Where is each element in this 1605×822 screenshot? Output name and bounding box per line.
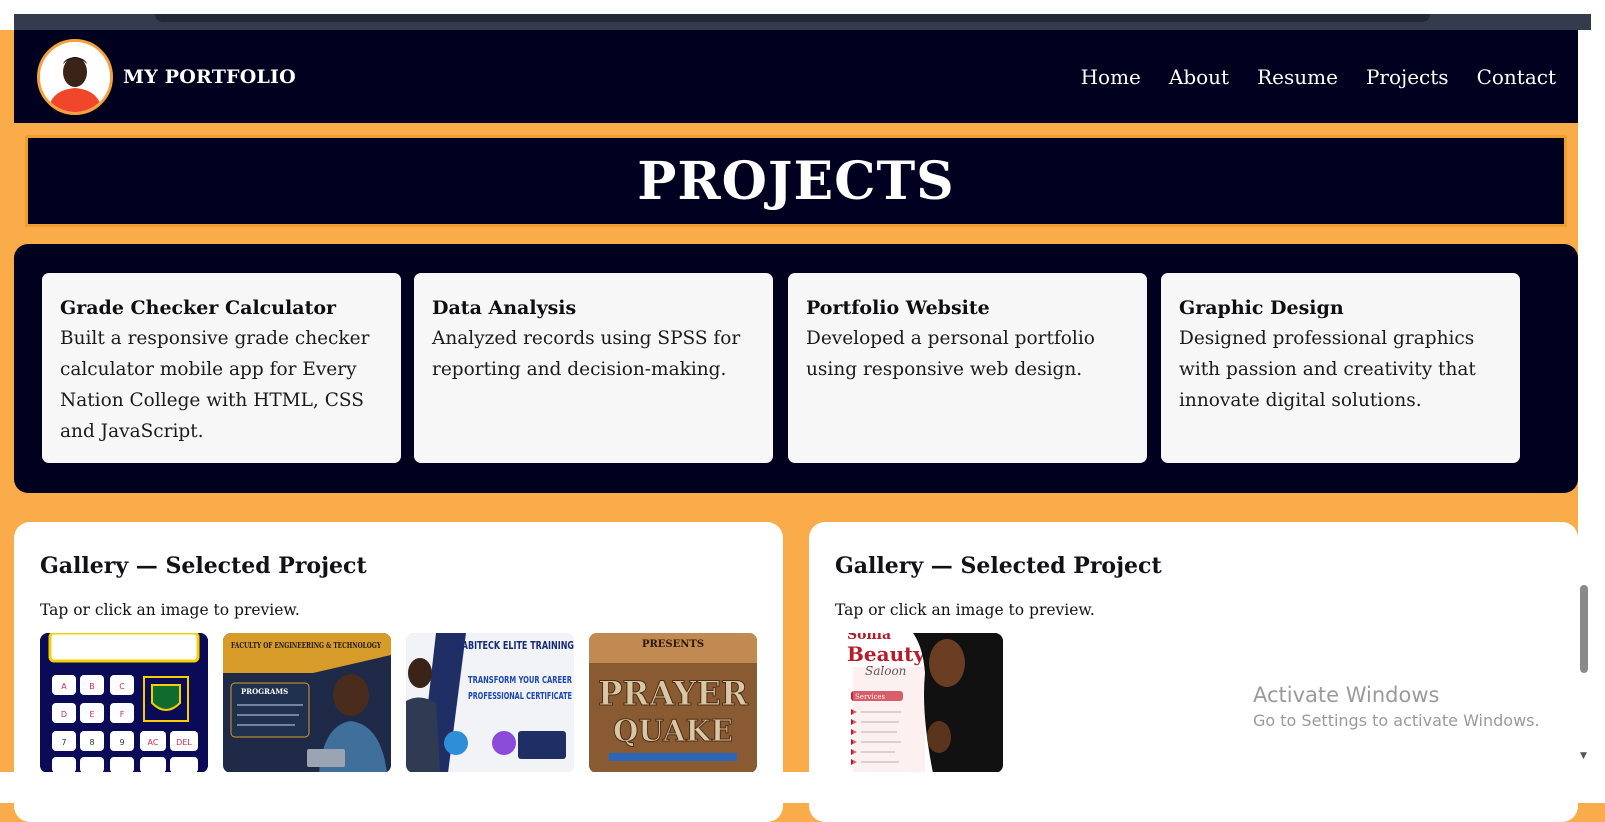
svg-text:8: 8 — [89, 738, 94, 747]
svg-text:SABITECK ELITE TRAINING: SABITECK ELITE TRAINING — [456, 639, 574, 652]
profile-avatar[interactable] — [37, 38, 113, 115]
svg-text:Beauty: Beauty — [847, 642, 926, 666]
project-description: Designed professional graphics with pass… — [1179, 328, 1476, 411]
gallery-hint: Tap or click an image to preview. — [40, 601, 300, 619]
svg-text:PRAYER: PRAYER — [598, 674, 749, 714]
project-card[interactable]: Graphic Design Designed professional gra… — [1161, 273, 1520, 463]
svg-text:QUAKE: QUAKE — [613, 714, 733, 749]
svg-text:PRESENTS: PRESENTS — [642, 639, 704, 650]
gallery-thumbnail-calculator[interactable]: A B C D E F 7 8 9 AC DEL — [40, 633, 208, 773]
svg-text:DEL: DEL — [176, 738, 192, 747]
gallery-thumbnail-training[interactable]: SABITECK ELITE TRAINING TRANSFORM YOUR C… — [406, 633, 574, 773]
svg-text:FACULTY OF ENGINEERING & TECHN: FACULTY OF ENGINEERING & TECHNOLOGY — [231, 640, 381, 650]
scrollbar-track[interactable] — [1578, 30, 1605, 803]
site-header: MY PORTFOLIO Home About Resume Projects … — [14, 30, 1578, 123]
scrollbar-thumb[interactable] — [1580, 585, 1588, 673]
main-nav: Home About Resume Projects Contact — [1081, 65, 1556, 89]
gallery-thumbnail-salon[interactable]: Sonia Beauty Saloon Services — [835, 633, 1003, 773]
project-description: Analyzed records using SPSS for reportin… — [432, 328, 741, 380]
site-brand[interactable]: MY PORTFOLIO — [123, 66, 296, 88]
svg-text:TRANSFORM YOUR CAREER: TRANSFORM YOUR CAREER — [468, 675, 572, 686]
gallery-hint: Tap or click an image to preview. — [835, 601, 1095, 619]
svg-text:F: F — [120, 710, 125, 719]
nav-contact[interactable]: Contact — [1477, 65, 1556, 89]
svg-text:PROFESSIONAL CERTIFICATE: PROFESSIONAL CERTIFICATE — [468, 691, 572, 702]
svg-text:A: A — [61, 682, 67, 691]
window-bottom-edge — [0, 772, 1580, 803]
svg-text:PROGRAMS: PROGRAMS — [241, 687, 288, 696]
project-card[interactable]: Grade Checker Calculator Built a respons… — [42, 273, 401, 463]
svg-text:C: C — [119, 682, 125, 691]
gallery-thumbnails: A B C D E F 7 8 9 AC DEL FACULTY OF ENGI… — [40, 633, 757, 773]
project-title: Graphic Design — [1179, 297, 1344, 319]
project-title: Grade Checker Calculator — [60, 297, 337, 319]
activate-windows-watermark: Activate Windows Go to Settings to activ… — [1253, 683, 1540, 730]
svg-text:7: 7 — [61, 738, 66, 747]
watermark-title: Activate Windows — [1253, 683, 1440, 707]
project-description: Built a responsive grade checker calcula… — [60, 328, 370, 442]
svg-text:D: D — [61, 710, 67, 719]
page-title: PROJECTS — [637, 150, 955, 212]
gallery-title: Gallery — Selected Project — [40, 553, 367, 579]
projects-banner: PROJECTS — [25, 135, 1567, 227]
nav-about[interactable]: About — [1169, 65, 1229, 89]
project-card[interactable]: Portfolio Website Developed a personal p… — [788, 273, 1147, 463]
scroll-down-icon[interactable]: ▼ — [1580, 751, 1587, 761]
gallery-title: Gallery — Selected Project — [835, 553, 1162, 579]
watermark-subtitle: Go to Settings to activate Windows. — [1253, 711, 1540, 730]
svg-text:E: E — [89, 710, 94, 719]
gallery-thumbnail-faculty[interactable]: FACULTY OF ENGINEERING & TECHNOLOGY PROG… — [223, 633, 391, 773]
gallery-thumbnail-event[interactable]: PRESENTS PRAYER QUAKE — [589, 633, 757, 773]
project-title: Portfolio Website — [806, 297, 990, 319]
svg-text:9: 9 — [119, 738, 124, 747]
project-description: Developed a personal portfolio using res… — [806, 328, 1095, 380]
project-card[interactable]: Data Analysis Analyzed records using SPS… — [414, 273, 773, 463]
projects-section: Grade Checker Calculator Built a respons… — [14, 244, 1578, 493]
svg-text:B: B — [89, 682, 95, 691]
nav-resume[interactable]: Resume — [1257, 65, 1338, 89]
project-title: Data Analysis — [432, 297, 577, 319]
browser-tab-strip — [155, 14, 1430, 22]
nav-home[interactable]: Home — [1081, 65, 1141, 89]
nav-projects[interactable]: Projects — [1366, 65, 1449, 89]
svg-text:AC: AC — [148, 738, 159, 747]
